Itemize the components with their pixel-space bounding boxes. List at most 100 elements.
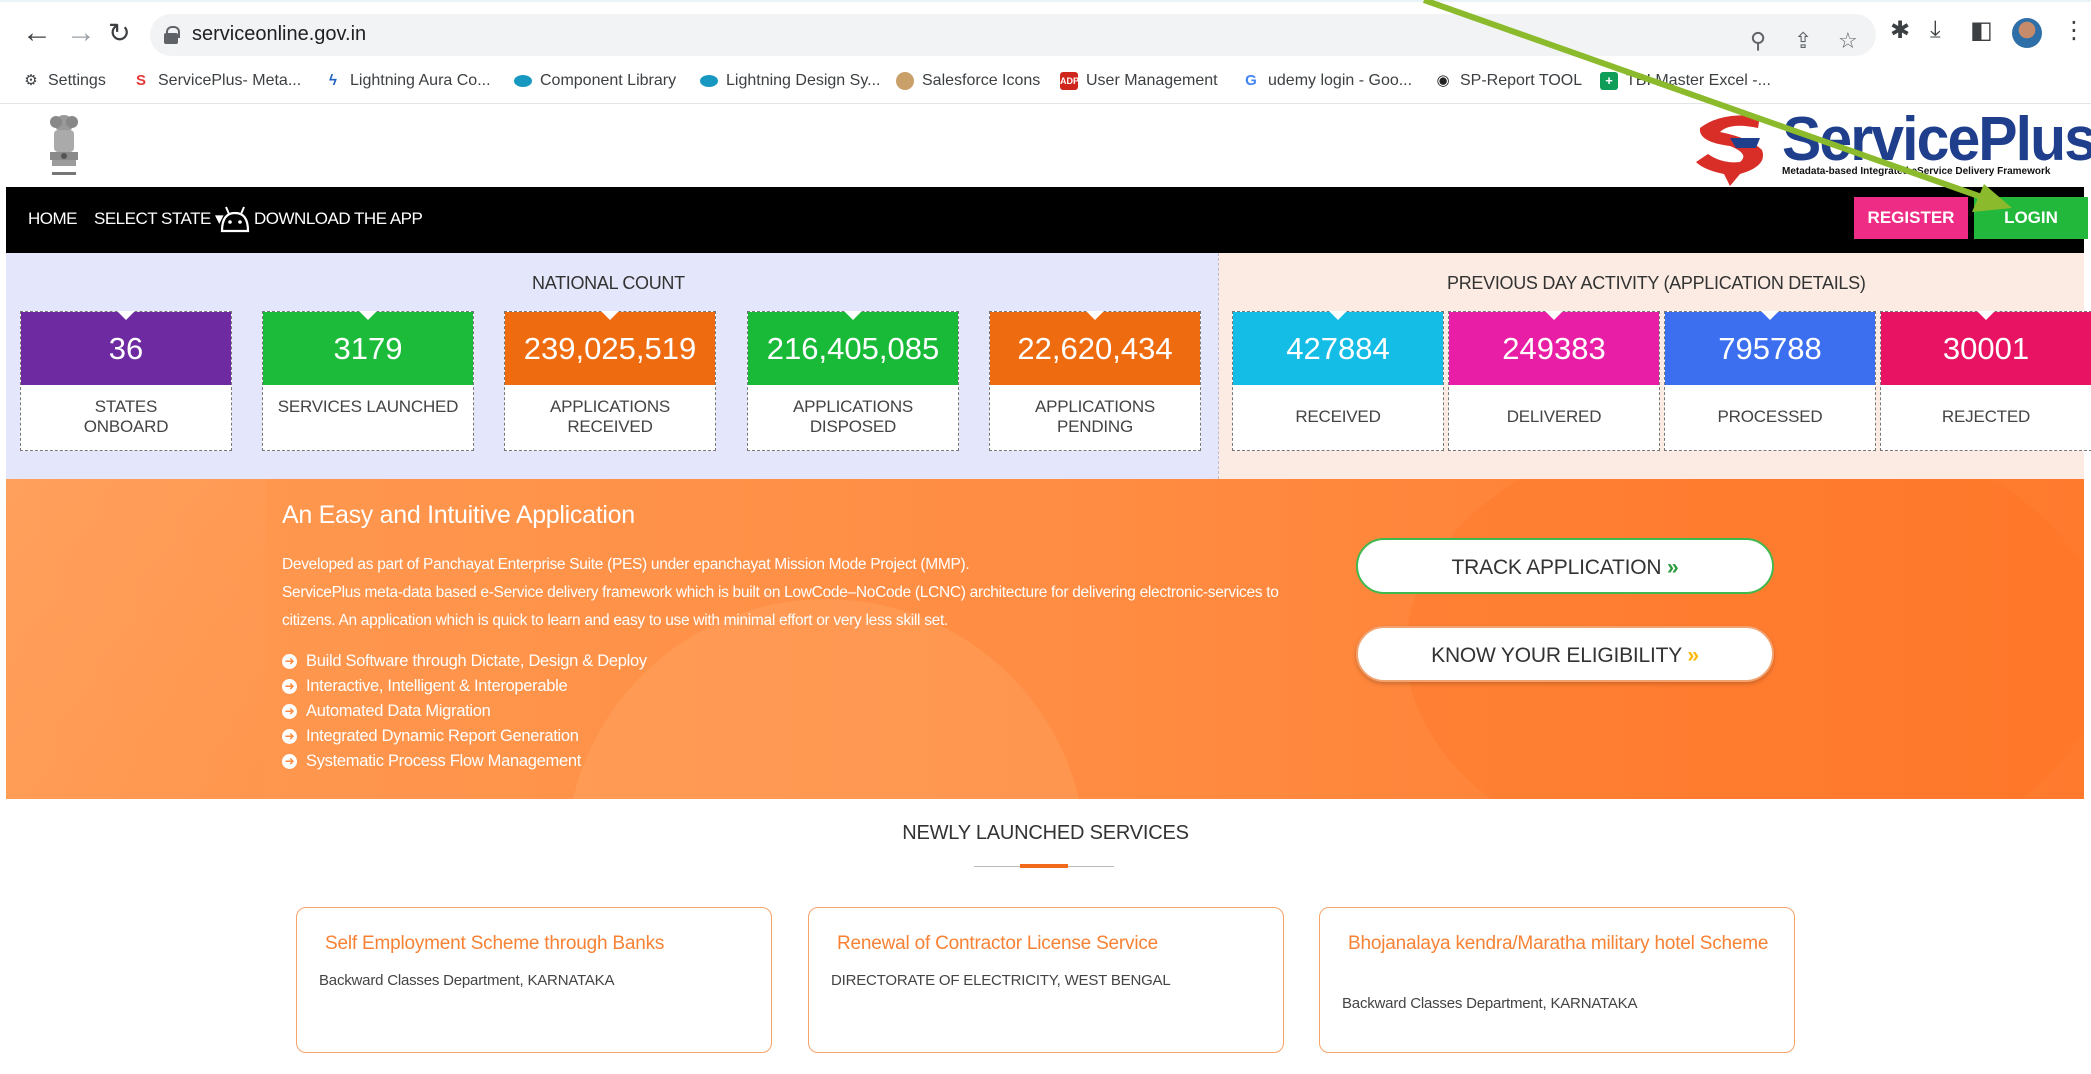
register-button[interactable]: REGISTER bbox=[1854, 197, 1968, 239]
service-department: DIRECTORATE OF ELECTRICITY, WEST BENGAL bbox=[831, 972, 1171, 989]
previous-day-title: PREVIOUS DAY ACTIVITY (APPLICATION DETAI… bbox=[1447, 273, 1866, 293]
track-application-button[interactable]: TRACK APPLICATION » bbox=[1356, 538, 1774, 594]
intro-banner: An Easy and Intuitive Application Develo… bbox=[6, 479, 2084, 799]
feature-item: ➜ Build Software through Dictate, Design … bbox=[282, 649, 647, 674]
salesforce-cloud-icon bbox=[514, 75, 532, 87]
nav-download-app[interactable]: DOWNLOAD THE APP bbox=[254, 209, 423, 229]
menu-dots-icon[interactable]: ⋮ bbox=[2062, 16, 2086, 45]
bookmark-salesforce-icons[interactable]: Salesforce Icons bbox=[896, 72, 1040, 90]
count-value: 216,405,085 bbox=[748, 311, 958, 385]
national-count-section: NATIONAL COUNT 36 STATES ONBOARD 3179 SERVIC… bbox=[6, 253, 1218, 479]
sheets-icon: + bbox=[1600, 72, 1618, 90]
count-label: STATES ONBOARD bbox=[83, 397, 169, 436]
previous-day-section: PREVIOUS DAY ACTIVITY (APPLICATION DETAI… bbox=[1218, 253, 2091, 479]
serviceplus-tagline: Metadata-based Integrated eService Deliv… bbox=[1782, 166, 2051, 177]
count-label: APPLICATIONS PENDING bbox=[1034, 397, 1156, 436]
service-card[interactable]: Self Employment Scheme through Banks Bac… bbox=[296, 907, 772, 1053]
double-chevron-right-icon: » bbox=[1687, 644, 1699, 667]
national-count-title: NATIONAL COUNT bbox=[532, 273, 685, 293]
arrow-circle-icon: ➜ bbox=[282, 704, 297, 719]
main-nav: HOME SELECT STATE ▾ DOWNLOAD THE APP REG… bbox=[6, 187, 2088, 253]
previous-day-card: 249383 DELIVERED bbox=[1448, 311, 1660, 451]
back-arrow-icon[interactable]: ← bbox=[22, 18, 52, 48]
arrow-circle-icon: ➜ bbox=[282, 679, 297, 694]
service-department: Backward Classes Department, KARNATAKA bbox=[319, 972, 615, 989]
count-value: 36 bbox=[21, 311, 231, 385]
service-name[interactable]: Renewal of Contractor License Service bbox=[837, 932, 1263, 955]
star-icon[interactable]: ☆ bbox=[1838, 28, 1858, 54]
count-value: 30001 bbox=[1881, 311, 2091, 385]
bookmark-user-management[interactable]: ADP User Management bbox=[1060, 72, 1218, 90]
bookmark-component-library[interactable]: Component Library bbox=[514, 72, 676, 90]
count-label: PROCESSED bbox=[1717, 407, 1823, 426]
zoom-icon[interactable]: ⚲ bbox=[1750, 28, 1766, 54]
bookmark-sp-report[interactable]: ◉ SP-Report TOOL bbox=[1434, 72, 1582, 90]
national-count-card: 22,620,434 APPLICATIONS PENDING bbox=[989, 311, 1201, 451]
know-eligibility-button[interactable]: KNOW YOUR ELIGIBILITY » bbox=[1356, 626, 1774, 682]
previous-day-card: 795788 PROCESSED bbox=[1664, 311, 1876, 451]
arrow-circle-icon: ➜ bbox=[282, 654, 297, 669]
android-icon bbox=[220, 206, 250, 233]
side-panel-icon[interactable]: ◧ bbox=[1970, 16, 1993, 45]
browser-toolbar: ← → ↻ serviceonline.gov.in ⚲ ⇪ ☆ ✱ ⤓ ◧ ⋮ bbox=[0, 0, 2091, 64]
count-label: APPLICATIONS DISPOSED bbox=[792, 397, 914, 436]
national-emblem-icon bbox=[50, 115, 78, 175]
bookmark-settings[interactable]: ⚙ Settings bbox=[22, 72, 106, 90]
feature-item: ➜ Integrated Dynamic Report Generation bbox=[282, 724, 647, 749]
serviceplus-icon: S bbox=[135, 72, 146, 89]
banner-description: Developed as part of Panchayat Enterpris… bbox=[282, 556, 1279, 629]
feature-item: ➜ Systematic Process Flow Management bbox=[282, 749, 647, 774]
download-icon[interactable]: ⤓ bbox=[1930, 16, 1941, 44]
nav-select-state[interactable]: SELECT STATE ▾ bbox=[94, 209, 224, 229]
profile-avatar[interactable] bbox=[2012, 18, 2042, 48]
gear-icon: ⚙ bbox=[24, 72, 38, 89]
share-icon[interactable]: ⇪ bbox=[1794, 28, 1812, 54]
bookmark-tbi-excel[interactable]: + TBI Master Excel -... bbox=[1600, 72, 1771, 90]
arrow-circle-icon: ➜ bbox=[282, 754, 297, 769]
double-chevron-right-icon: » bbox=[1666, 556, 1679, 579]
feature-item: ➜ Automated Data Migration bbox=[282, 699, 647, 724]
count-label: RECEIVED bbox=[1295, 407, 1381, 426]
national-count-card: 3179 SERVICES LAUNCHED bbox=[262, 311, 474, 451]
site-header: ServicePlus Metadata-based Integrated eS… bbox=[0, 104, 2091, 188]
salesforce-cloud-icon bbox=[700, 75, 718, 87]
bookmark-lightning-aura[interactable]: ϟ Lightning Aura Co... bbox=[324, 72, 491, 90]
url-text: serviceonline.gov.in bbox=[192, 23, 367, 45]
address-bar[interactable]: serviceonline.gov.in ⚲ ⇪ ☆ bbox=[150, 14, 1876, 56]
bookmark-lightning-design[interactable]: Lightning Design Sy... bbox=[700, 72, 880, 90]
astro-icon bbox=[896, 72, 914, 90]
service-name[interactable]: Bhojanalaya kendra/Maratha military hote… bbox=[1348, 932, 1774, 955]
service-department: Backward Classes Department, KARNATAKA bbox=[1342, 995, 1638, 1012]
service-card[interactable]: Renewal of Contractor License Service DI… bbox=[808, 907, 1284, 1053]
count-value: 3179 bbox=[263, 311, 473, 385]
banner-title: An Easy and Intuitive Application bbox=[282, 501, 635, 529]
count-value: 22,620,434 bbox=[990, 311, 1200, 385]
previous-day-card: 427884 RECEIVED bbox=[1232, 311, 1444, 451]
count-label: DELIVERED bbox=[1506, 407, 1602, 426]
reload-icon[interactable]: ↻ bbox=[108, 18, 131, 48]
count-value: 427884 bbox=[1233, 311, 1443, 385]
newly-launched-title: NEWLY LAUNCHED SERVICES bbox=[902, 822, 1189, 844]
extensions-icon[interactable]: ✱ bbox=[1890, 16, 1910, 45]
login-button[interactable]: LOGIN bbox=[1974, 197, 2088, 239]
national-count-card: 239,025,519 APPLICATIONS RECEIVED bbox=[504, 311, 716, 451]
national-count-card: 36 STATES ONBOARD bbox=[20, 311, 232, 451]
count-label: REJECTED bbox=[1941, 407, 2031, 426]
google-icon: G bbox=[1245, 72, 1257, 89]
bookmarks-bar: ⚙ Settings S ServicePlus- Meta... ϟ Lightni… bbox=[0, 64, 2091, 104]
divider-accent bbox=[1020, 864, 1068, 868]
feature-item: ➜ Interactive, Intelligent & Interoperabl… bbox=[282, 674, 647, 699]
globe-icon: ◉ bbox=[1436, 72, 1450, 89]
count-label: APPLICATIONS RECEIVED bbox=[549, 397, 671, 436]
bookmark-serviceplus[interactable]: S ServicePlus- Meta... bbox=[132, 72, 301, 90]
bookmark-udemy[interactable]: Gudemy login - Goo... bbox=[1242, 72, 1412, 90]
count-value: 795788 bbox=[1665, 311, 1875, 385]
previous-day-card: 30001 REJECTED bbox=[1880, 311, 2091, 451]
forward-arrow-icon[interactable]: → bbox=[66, 18, 96, 48]
nav-home[interactable]: HOME bbox=[28, 209, 78, 229]
arrow-circle-icon: ➜ bbox=[282, 729, 297, 744]
count-value: 239,025,519 bbox=[505, 311, 715, 385]
service-card[interactable]: Bhojanalaya kendra/Maratha military hote… bbox=[1319, 907, 1795, 1053]
service-name[interactable]: Self Employment Scheme through Banks bbox=[325, 932, 751, 955]
feature-list: ➜ Build Software through Dictate, Design … bbox=[282, 649, 647, 774]
